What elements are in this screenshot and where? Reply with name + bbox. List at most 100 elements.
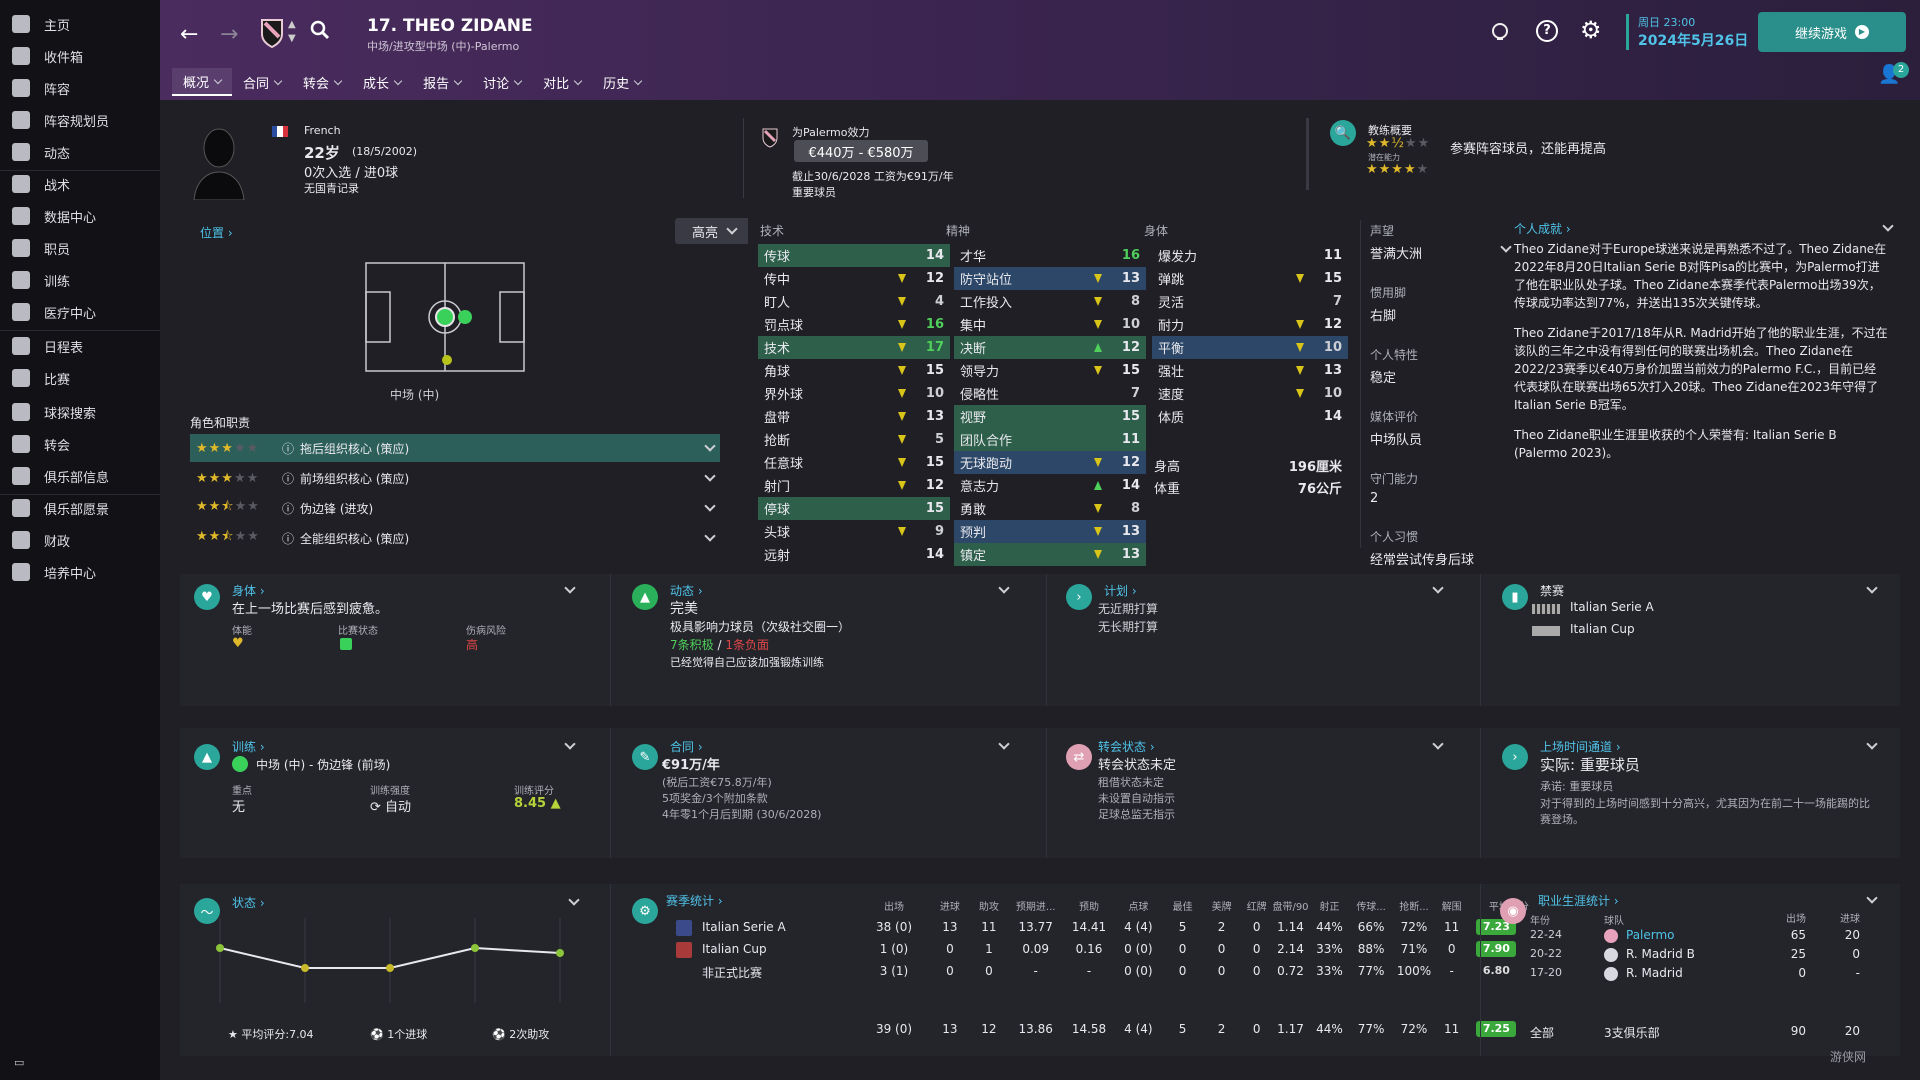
sidebar-item-3[interactable]: 阵容规划员 <box>0 104 160 136</box>
tab-6[interactable]: 对比 <box>532 68 592 96</box>
sidebar-item-10[interactable]: 日程表 <box>0 330 160 362</box>
sidebar-item-12[interactable]: 球探搜索 <box>0 396 160 428</box>
sidebar-item-9[interactable]: 医疗中心 <box>0 296 160 328</box>
season-col-header[interactable]: 抢断... <box>1393 898 1435 913</box>
attribute-row[interactable]: 才华 16 <box>954 244 1146 267</box>
attribute-row[interactable]: 传球 14 <box>758 244 950 267</box>
attribute-row[interactable]: 停球 15 <box>758 497 950 520</box>
body-title[interactable]: 身体 › <box>232 582 265 599</box>
sidebar-item-1[interactable]: 收件箱 <box>0 40 160 72</box>
season-col-header[interactable]: 最佳 <box>1167 898 1198 913</box>
forward-arrow-icon[interactable]: → <box>220 22 238 47</box>
window-icon[interactable]: ▭ <box>14 1056 24 1069</box>
attribute-row[interactable]: 盘带 13 <box>758 405 950 428</box>
tab-0[interactable]: 概况 <box>172 68 233 96</box>
season-row[interactable]: Italian Cup 1 (0) 0 1 0.09 0.16 0 (0) 0 0 0 2.14 33… <box>666 940 1517 960</box>
attribute-row[interactable]: 爆发力 11 <box>1152 244 1348 267</box>
sidebar-item-5[interactable]: 战术 <box>0 168 160 200</box>
form-point[interactable] <box>471 944 479 952</box>
season-col-header[interactable]: 进球 <box>933 898 967 913</box>
chevron-down-icon[interactable] <box>564 582 576 594</box>
club-badge-icon[interactable] <box>260 18 284 52</box>
sidebar-item-14[interactable]: 俱乐部信息 <box>0 460 160 492</box>
attribute-row[interactable]: 平衡 10 <box>1152 336 1348 359</box>
sidebar-item-6[interactable]: 数据中心 <box>0 200 160 232</box>
attribute-row[interactable]: 强壮 13 <box>1152 359 1348 382</box>
attribute-row[interactable]: 视野 15 <box>954 405 1146 428</box>
chevron-down-icon[interactable] <box>1432 582 1444 594</box>
brain-icon[interactable] <box>1490 22 1510 46</box>
tab-3[interactable]: 成长 <box>352 68 412 96</box>
chevron-down-icon[interactable] <box>1882 220 1894 232</box>
chevron-down-icon[interactable] <box>1500 241 1512 253</box>
season-row[interactable]: 39 (0) 13 12 13.86 14.58 4 (4) 5 2 0 1.17 44% 77% 72… <box>666 1020 1517 1040</box>
attribute-row[interactable]: 弹跳 15 <box>1152 267 1348 290</box>
tab-1[interactable]: 合同 <box>232 68 292 96</box>
attribute-row[interactable]: 射门 12 <box>758 474 950 497</box>
attribute-row[interactable]: 抢断 5 <box>758 428 950 451</box>
season-row[interactable]: 非正式比赛 3 (1) 0 0 - - 0 (0) 0 0 0 0.72 33% 77% 100% - 6.8… <box>666 962 1510 982</box>
sidebar-item-17[interactable]: 培养中心 <box>0 556 160 588</box>
tab-5[interactable]: 讨论 <box>472 68 532 96</box>
sidebar-item-7[interactable]: 职员 <box>0 232 160 264</box>
chevron-down-icon[interactable] <box>1866 738 1878 750</box>
tab-4[interactable]: 报告 <box>412 68 472 96</box>
attribute-row[interactable]: 远射 14 <box>758 543 950 566</box>
chevron-down-icon[interactable] <box>1432 738 1444 750</box>
season-col-header[interactable]: 点球 <box>1118 898 1160 913</box>
contract-title[interactable]: 合同 › <box>670 738 703 755</box>
attribute-row[interactable]: 防守站位 13 <box>954 267 1146 290</box>
sidebar-item-8[interactable]: 训练 <box>0 264 160 296</box>
chevron-down-icon[interactable] <box>1866 892 1878 904</box>
attribute-row[interactable]: 灵活 7 <box>1152 290 1348 313</box>
season-col-header[interactable]: 红牌 <box>1242 898 1271 913</box>
continue-button[interactable]: 继续游戏 ▶ <box>1758 12 1906 52</box>
form-point[interactable] <box>556 949 564 957</box>
tab-2[interactable]: 转会 <box>292 68 352 96</box>
attribute-row[interactable]: 勇敢 8 <box>954 497 1146 520</box>
help-icon[interactable]: ? <box>1536 20 1558 42</box>
form-point[interactable] <box>386 964 394 972</box>
sidebar-item-13[interactable]: 转会 <box>0 428 160 460</box>
role-row[interactable]: ★★★★★ ⓘ 拖后组织核心 (策应) <box>190 434 720 462</box>
career-title[interactable]: 职业生涯统计 › <box>1538 892 1619 909</box>
attribute-row[interactable]: 集中 10 <box>954 313 1146 336</box>
highlight-dropdown[interactable]: 高亮 <box>675 218 753 244</box>
sidebar-item-16[interactable]: 财政 <box>0 524 160 556</box>
attribute-row[interactable]: 罚点球 16 <box>758 313 950 336</box>
form-point[interactable] <box>216 944 224 952</box>
training-title[interactable]: 训练 › <box>232 738 265 755</box>
season-col-header[interactable]: 盘带/90 <box>1271 898 1310 913</box>
sidebar-item-0[interactable]: 主页 <box>0 8 160 40</box>
season-col-header[interactable]: 射正 <box>1310 898 1349 913</box>
tab-7[interactable]: 历史 <box>592 68 652 96</box>
season-row[interactable]: Italian Serie A 38 (0) 13 11 13.77 14.41 4 (4)… <box>666 918 1517 938</box>
dynamics-title[interactable]: 动态 › <box>670 582 703 599</box>
attribute-row[interactable]: 侵略性 7 <box>954 382 1146 405</box>
attribute-row[interactable]: 决断 12 <box>954 336 1146 359</box>
attribute-row[interactable]: 角球 15 <box>758 359 950 382</box>
sidebar-item-4[interactable]: 动态 <box>0 136 160 168</box>
playtime-title[interactable]: 上场时间通道 › <box>1540 738 1621 755</box>
position-title[interactable]: 位置 › <box>200 224 233 241</box>
attribute-row[interactable]: 速度 10 <box>1152 382 1348 405</box>
attribute-row[interactable]: 领导力 15 <box>954 359 1146 382</box>
chevron-down-icon[interactable] <box>998 738 1010 750</box>
attribute-row[interactable]: 体质 14 <box>1152 405 1348 428</box>
attribute-row[interactable]: 头球 9 <box>758 520 950 543</box>
season-col-header[interactable]: 传球... <box>1352 898 1391 913</box>
role-row[interactable]: ★★★★★ ⓘ 前场组织核心 (策应) <box>190 464 720 492</box>
settings-gear-icon[interactable]: ⚙ <box>1580 16 1602 44</box>
attribute-row[interactable]: 镇定 13 <box>954 543 1146 566</box>
attribute-row[interactable]: 任意球 15 <box>758 451 950 474</box>
season-col-header[interactable]: 预助 <box>1066 898 1113 913</box>
chevron-down-icon[interactable] <box>564 738 576 750</box>
sidebar-item-2[interactable]: 阵容 <box>0 72 160 104</box>
back-arrow-icon[interactable]: ← <box>180 22 198 47</box>
season-col-header[interactable]: 助攻 <box>972 898 1006 913</box>
attribute-row[interactable]: 耐力 12 <box>1152 313 1348 336</box>
role-row[interactable]: ★★⯪★★ ⓘ 伪边锋 (进攻) <box>190 494 720 522</box>
chevron-down-icon[interactable] <box>998 582 1010 594</box>
season-col-header[interactable]: 出场 <box>868 898 920 913</box>
attribute-row[interactable]: 无球跑动 12 <box>954 451 1146 474</box>
